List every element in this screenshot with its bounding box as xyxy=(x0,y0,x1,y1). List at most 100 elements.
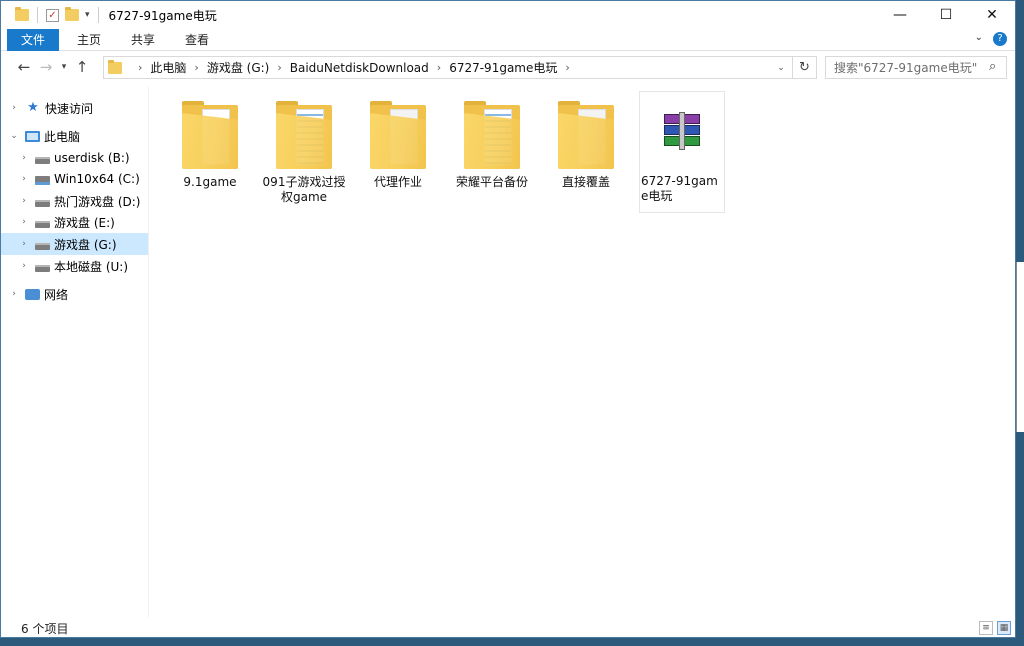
breadcrumb-current-folder[interactable]: 6727-91game电玩 xyxy=(449,59,557,76)
sidebar-item-label: Win10x64 (C:) xyxy=(54,172,140,186)
sidebar-item-hot-games-d[interactable]: › 热门游戏盘 (D:) xyxy=(1,190,148,212)
system-drive-icon xyxy=(35,175,50,185)
file-name: 091子游戏过授权game xyxy=(262,175,346,204)
folder-item[interactable]: 091子游戏过授权game xyxy=(261,93,347,215)
drive-icon xyxy=(35,264,50,272)
file-name: 6727-91game电玩 xyxy=(641,174,718,203)
background-window-edge xyxy=(1016,262,1024,432)
file-list: 9.1game 091子游戏过授权game 代理作业 荣耀平台备份 直接覆盖 6… xyxy=(151,87,1015,617)
breadcrumb-baidunetdiskdownload[interactable]: BaiduNetdiskDownload xyxy=(290,61,429,75)
pc-icon xyxy=(25,130,40,142)
folder-icon xyxy=(15,7,29,21)
tab-file[interactable]: 文件 xyxy=(7,28,60,51)
ribbon-tabs: 文件 主页 共享 查看 ⌄ ? xyxy=(1,28,1015,51)
sidebar-item-label: 本地磁盘 (U:) xyxy=(54,259,129,274)
expand-ribbon-icon[interactable]: ⌄ xyxy=(975,32,983,46)
sidebar-item-local-disk-u[interactable]: › 本地磁盘 (U:) xyxy=(1,255,148,277)
drive-icon xyxy=(35,242,50,250)
chevron-right-icon[interactable]: › xyxy=(17,174,31,184)
sidebar-item-label: 游戏盘 (E:) xyxy=(54,215,115,230)
chevron-right-icon[interactable]: › xyxy=(17,196,31,206)
sidebar-item-label: 热门游戏盘 (D:) xyxy=(54,194,141,209)
minimize-button[interactable]: — xyxy=(877,1,923,29)
chevron-right-icon[interactable]: › xyxy=(7,289,21,299)
details-view-icon[interactable]: ≡ xyxy=(979,621,993,635)
sidebar-item-userdisk-b[interactable]: › userdisk (B:) xyxy=(1,147,148,169)
folder-icon xyxy=(108,59,122,74)
tab-share[interactable]: 共享 xyxy=(119,29,167,51)
window-controls: — ☐ ✕ xyxy=(877,1,1015,29)
breadcrumb-this-pc[interactable]: 此电脑 xyxy=(150,59,186,76)
up-arrow-icon[interactable]: ↑ xyxy=(71,56,93,78)
sidebar-item-label: 网络 xyxy=(44,287,69,302)
help-icon[interactable]: ? xyxy=(993,32,1007,46)
tab-view[interactable]: 查看 xyxy=(173,29,221,51)
search-icon[interactable]: ⌕ xyxy=(989,59,1009,74)
ribbon-right-controls: ⌄ ? xyxy=(975,32,1007,46)
folder-icon xyxy=(182,101,238,171)
file-name: 荣耀平台备份 xyxy=(455,175,528,189)
folder-icon xyxy=(558,101,614,171)
file-name: 9.1game xyxy=(183,175,237,189)
folder-icon xyxy=(370,101,426,171)
folder-icon xyxy=(276,101,332,171)
sidebar-item-label: 游戏盘 (G:) xyxy=(54,237,117,252)
toolbar-divider xyxy=(97,7,99,23)
breadcrumb-chevron-icon[interactable]: › xyxy=(277,61,281,74)
star-icon: ★ xyxy=(27,100,39,115)
archive-item[interactable]: 6727-91game电玩 xyxy=(639,91,725,213)
sidebar-item-label: 快速访问 xyxy=(45,101,94,116)
sidebar-item-game-drive-g[interactable]: › 游戏盘 (G:) xyxy=(1,233,148,255)
breadcrumb-chevron-icon[interactable]: › xyxy=(194,61,198,74)
search-input[interactable]: 搜索"6727-91game电玩" xyxy=(825,56,1007,79)
recent-locations-chevron-icon[interactable]: ▾ xyxy=(57,56,71,78)
chevron-down-icon[interactable]: ⌄ xyxy=(7,131,21,141)
maximize-button[interactable]: ☐ xyxy=(923,1,969,29)
drive-icon xyxy=(35,220,50,228)
folder-item[interactable]: 代理作业 xyxy=(355,93,441,215)
forward-arrow-icon[interactable]: → xyxy=(35,56,57,78)
toolbar-divider xyxy=(37,7,38,23)
sidebar-item-win10x64-c[interactable]: › Win10x64 (C:) xyxy=(1,168,148,190)
folder-item[interactable]: 9.1game xyxy=(167,93,253,215)
navigation-row: ← → ▾ ↑ › 此电脑 › 游戏盘 (G:) › BaiduNetdiskD… xyxy=(1,53,1015,81)
sidebar-item-quick-access[interactable]: › ★ 快速访问 xyxy=(1,97,148,119)
drive-icon xyxy=(35,156,50,164)
explorer-window: ✓ ▾ 6727-91game电玩 — ☐ ✕ 文件 主页 共享 查看 ⌄ ? … xyxy=(0,0,1016,638)
navigation-pane: › ★ 快速访问 ⌄ 此电脑 › userdisk (B:) › Win10x6… xyxy=(1,87,149,617)
chevron-right-icon[interactable]: › xyxy=(17,261,31,271)
breadcrumb-chevron-icon[interactable]: › xyxy=(437,61,441,74)
folder-icon xyxy=(464,101,520,171)
breadcrumb-chevron-icon[interactable]: › xyxy=(565,61,569,74)
sidebar-item-label: 此电脑 xyxy=(44,129,81,144)
properties-icon[interactable]: ✓ xyxy=(46,8,59,22)
refresh-icon[interactable]: ↻ xyxy=(792,57,816,78)
title-bar: ✓ ▾ 6727-91game电玩 — ☐ ✕ xyxy=(1,1,1015,29)
customize-toolbar-icon[interactable]: ▾ xyxy=(85,10,90,20)
address-bar[interactable]: › 此电脑 › 游戏盘 (G:) › BaiduNetdiskDownload … xyxy=(103,56,817,79)
view-toggle: ≡ ▦ xyxy=(979,621,1011,635)
tab-home[interactable]: 主页 xyxy=(65,29,113,51)
back-arrow-icon[interactable]: ← xyxy=(13,56,35,78)
status-bar: 6 个项目 ≡ ▦ xyxy=(1,617,1015,637)
sidebar-item-this-pc[interactable]: ⌄ 此电脑 xyxy=(1,125,148,147)
chevron-right-icon[interactable]: › xyxy=(17,217,31,227)
background-desktop xyxy=(0,638,1024,646)
drive-icon xyxy=(35,199,50,207)
chevron-right-icon[interactable]: › xyxy=(17,239,31,249)
chevron-right-icon[interactable]: › xyxy=(17,153,31,163)
sidebar-item-label: userdisk (B:) xyxy=(54,151,130,165)
sidebar-item-game-drive-e[interactable]: › 游戏盘 (E:) xyxy=(1,211,148,233)
chevron-right-icon[interactable]: › xyxy=(7,103,21,113)
sidebar-item-network[interactable]: › 网络 xyxy=(1,283,148,305)
breadcrumb-chevron-icon[interactable]: › xyxy=(138,61,142,74)
address-history-chevron-icon[interactable]: ⌄ xyxy=(772,57,790,78)
folder-item[interactable]: 直接覆盖 xyxy=(543,93,629,215)
breadcrumb-game-drive-g[interactable]: 游戏盘 (G:) xyxy=(207,59,270,76)
folder-item[interactable]: 荣耀平台备份 xyxy=(449,93,535,215)
item-count: 6 个项目 xyxy=(21,621,69,636)
rar-archive-icon xyxy=(662,112,702,150)
close-button[interactable]: ✕ xyxy=(969,1,1015,29)
large-icons-view-icon[interactable]: ▦ xyxy=(997,621,1011,635)
new-folder-icon[interactable] xyxy=(65,7,79,21)
